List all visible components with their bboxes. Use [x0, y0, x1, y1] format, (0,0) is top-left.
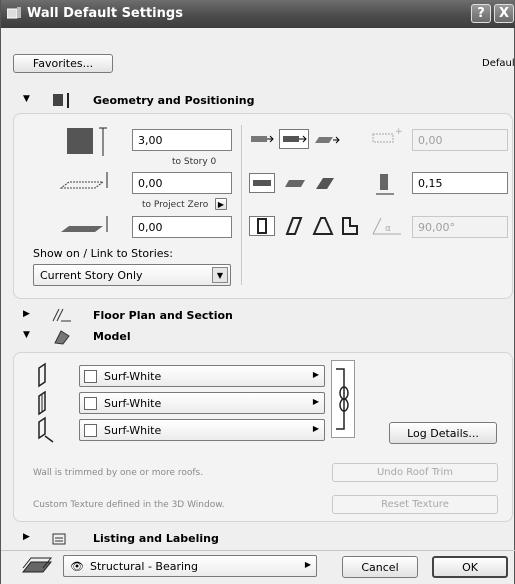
bottom-divider [1, 550, 515, 551]
edge-face-icon [38, 390, 46, 416]
stories-select-value: Current Story Only [40, 269, 143, 282]
wall-height-field[interactable]: 3,00 [132, 129, 232, 151]
section-geometry-label: Geometry and Positioning [93, 94, 255, 107]
chevron-down-icon: ▼ [212, 267, 228, 283]
ref-line-center-button[interactable] [279, 129, 309, 149]
ref-line-inside-icon[interactable] [313, 131, 341, 147]
expanded-triangle-icon: ▼ [23, 330, 30, 340]
angle-field[interactable]: 90,00° [412, 216, 508, 238]
reset-texture-button[interactable]: Reset Texture [332, 495, 498, 514]
angle-icon: α [372, 217, 401, 235]
surface-swatch [84, 397, 97, 410]
wall-tool-icon [7, 7, 21, 19]
svg-text:+: + [395, 127, 403, 137]
window-title: Wall Default Settings [27, 6, 183, 21]
roof-trim-message: Wall is trimmed by one or more roofs. [33, 468, 204, 478]
outside-surface-value: Surf-White [104, 370, 162, 383]
model-icon [54, 330, 70, 345]
eye-icon: 👁 [70, 560, 84, 573]
wall-base-icon [59, 172, 108, 189]
chain-link-icon [336, 368, 349, 430]
wall-default-settings-dialog: Wall Default Settings ? X Favorites... D… [0, 0, 515, 584]
edge-surface-select[interactable]: Surf-White ▶ [79, 392, 325, 414]
polygonal-wall-icon[interactable] [313, 175, 337, 191]
link-materials-toggle[interactable] [331, 360, 355, 438]
layers-icon [21, 557, 53, 573]
height-ref-label: to Story 0 [172, 157, 217, 167]
section-floor-plan-label: Floor Plan and Section [93, 309, 233, 322]
help-button[interactable]: ? [471, 4, 491, 23]
section-geometry-header[interactable]: ▼ Geometry and Positioning [11, 90, 511, 112]
arrow-right-icon: ▶ [304, 560, 311, 569]
cancel-button[interactable]: Cancel [342, 556, 418, 578]
title-bar[interactable]: Wall Default Settings ? X [1, 0, 515, 28]
expanded-triangle-icon: ▼ [23, 94, 30, 104]
wall-base-field[interactable]: 0,00 [132, 172, 232, 194]
inside-surface-value: Surf-White [104, 424, 162, 437]
wall-bottom-field[interactable]: 0,00 [132, 216, 232, 238]
default-label: Default [482, 58, 515, 69]
ref-line-center-icon [283, 135, 307, 143]
thickness-icon [376, 174, 394, 195]
collapsed-triangle-icon: ▶ [23, 532, 30, 542]
arrow-right-icon: ▶ [312, 370, 319, 379]
section-listing-header[interactable]: ▶ Listing and Labeling [11, 528, 511, 550]
section-floor-plan-header[interactable]: ▶ Floor Plan and Section [11, 305, 511, 327]
inside-surface-select[interactable]: Surf-White ▶ [79, 419, 325, 441]
wall-height-icon [67, 127, 107, 156]
offset-icon: + [372, 127, 403, 143]
inside-face-icon [38, 416, 54, 443]
profile-straight-button[interactable] [249, 216, 275, 236]
outside-surface-select[interactable]: Surf-White ▶ [79, 365, 325, 387]
profile-slanted-icon[interactable] [283, 216, 307, 236]
undo-roof-trim-button[interactable]: Undo Roof Trim [332, 463, 498, 482]
ok-button[interactable]: OK [432, 556, 508, 578]
profile-complex-icon[interactable] [338, 216, 362, 236]
profile-straight-icon [257, 218, 267, 234]
trapezoid-wall-icon[interactable] [283, 175, 307, 191]
profile-double-slanted-icon[interactable] [311, 216, 335, 236]
arrow-right-icon: ▶ [312, 424, 319, 433]
ref-line-outside-icon[interactable] [249, 131, 275, 147]
base-ref-arrow-button[interactable]: ▶ [215, 198, 227, 210]
texture-message: Custom Texture defined in the 3D Window. [33, 500, 225, 510]
geometry-divider [241, 125, 242, 285]
base-ref-label: to Project Zero [142, 200, 209, 210]
close-button[interactable]: X [494, 4, 514, 23]
stories-select[interactable]: Current Story Only ▼ [33, 264, 231, 286]
section-model-label: Model [93, 330, 131, 343]
straight-wall-icon [253, 180, 271, 186]
show-on-stories-label: Show on / Link to Stories: [33, 247, 173, 260]
section-listing-label: Listing and Labeling [93, 532, 219, 545]
layer-select[interactable]: 👁 Structural - Bearing ▶ [63, 555, 317, 577]
favorites-button[interactable]: Favorites... [13, 54, 113, 73]
thickness-field[interactable]: 0,15 [412, 172, 508, 194]
edge-surface-value: Surf-White [104, 397, 162, 410]
section-model-header[interactable]: ▼ Model [11, 326, 511, 348]
wall-bottom-icon [61, 216, 108, 232]
surface-swatch [84, 370, 97, 383]
arrow-right-icon: ▶ [312, 397, 319, 406]
listing-icon [52, 533, 66, 545]
svg-text:α: α [385, 224, 391, 234]
floor-plan-icon [52, 308, 71, 322]
collapsed-triangle-icon: ▶ [23, 309, 30, 319]
offset-field[interactable]: 0,00 [412, 129, 508, 151]
outside-face-icon [38, 362, 46, 388]
log-details-button[interactable]: Log Details... [389, 422, 497, 444]
layer-select-value: Structural - Bearing [90, 560, 198, 573]
geometry-icon [53, 93, 69, 108]
surface-swatch [84, 424, 97, 437]
wall-straight-button[interactable] [249, 173, 275, 193]
